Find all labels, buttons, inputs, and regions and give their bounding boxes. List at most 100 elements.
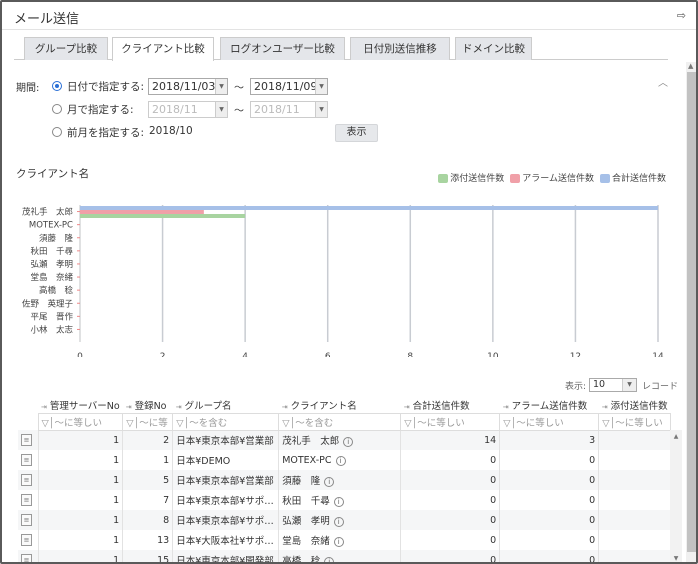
legend-item[interactable]: アラーム送信件数 <box>510 174 594 184</box>
pin-icon[interactable]: ⇥ <box>503 403 509 411</box>
date-to-select[interactable]: 2018/11/09 ▼ <box>250 78 328 95</box>
cell-0: 1 <box>38 490 124 510</box>
tab-0[interactable]: グループ比較 <box>24 37 108 60</box>
table-row[interactable]: ≡ 1 8 日本¥東京本部¥サポ… 弘瀬 孝明 i 0 0 <box>18 510 672 530</box>
row-detail-cell[interactable]: ≡ <box>18 490 39 510</box>
row-detail-icon[interactable]: ≡ <box>21 494 32 506</box>
bar-添付送信件数 <box>80 214 246 218</box>
legend-item[interactable]: 合計送信件数 <box>599 174 666 184</box>
tab-1[interactable]: クライアント比較 <box>112 37 214 61</box>
radio-prev-month[interactable] <box>52 127 62 137</box>
legend-swatch <box>438 174 449 183</box>
tab-4[interactable]: ドメイン比較 <box>455 37 532 60</box>
info-icon[interactable]: i <box>335 455 346 466</box>
row-detail-cell[interactable]: ≡ <box>18 470 39 490</box>
x-tick-label: 14 <box>652 352 664 357</box>
cell-3: 秋田 千尋 i <box>278 490 402 510</box>
row-detail-icon[interactable]: ≡ <box>21 534 32 546</box>
collapse-chevron-icon[interactable]: ︿ <box>658 74 668 89</box>
cell-5: 0 <box>499 510 600 530</box>
row-detail-icon[interactable]: ≡ <box>21 434 32 446</box>
row-detail-icon[interactable]: ≡ <box>21 474 32 486</box>
chevron-down-icon[interactable]: ▼ <box>215 79 227 94</box>
info-icon[interactable]: i <box>324 557 335 562</box>
filter-input-2[interactable]: ▽│～を含む <box>172 412 280 431</box>
row-detail-cell[interactable]: ≡ <box>18 530 39 550</box>
chevron-down-icon[interactable]: ▼ <box>622 379 636 391</box>
cell-value: 高橋 稔 <box>282 556 321 564</box>
show-button[interactable]: 表示 <box>335 124 378 142</box>
info-icon[interactable]: i <box>324 477 335 487</box>
table-row[interactable]: ≡ 1 1 日本¥DEMO MOTEX-PC i 0 0 <box>18 450 672 470</box>
chevron-down-icon: ▼ <box>315 102 327 117</box>
info-icon[interactable]: i <box>333 497 344 507</box>
info-icon[interactable]: i <box>333 537 344 547</box>
cell-value: 0 <box>490 474 497 486</box>
x-tick-label: 10 <box>487 352 499 357</box>
grid-scrollbar[interactable]: ▲ ▼ <box>670 430 682 562</box>
tab-3[interactable]: 日付別送信推移 <box>350 37 450 60</box>
tab-2[interactable]: ログオンユーザー比較 <box>220 37 345 60</box>
pin-icon[interactable]: ⇥ <box>282 403 288 411</box>
cell-1: 7 <box>122 490 174 510</box>
pin-icon[interactable]: ⇥ <box>41 403 47 411</box>
pin-icon[interactable]: ⇥ <box>404 403 410 411</box>
y-tick-label: 須藤 隆 <box>39 233 74 244</box>
month-from-select[interactable]: 2018/11 ▼ <box>148 101 228 118</box>
page-scrollbar[interactable]: ▲ <box>686 62 696 562</box>
cell-value: 弘瀬 孝明 <box>282 516 330 527</box>
row-detail-cell[interactable]: ≡ <box>18 430 39 450</box>
header-spacer <box>18 397 38 413</box>
date-from-select[interactable]: 2018/11/03 ▼ <box>148 78 228 95</box>
scroll-up-icon[interactable]: ▲ <box>688 62 693 70</box>
cell-4: 0 <box>400 470 501 490</box>
filter-input-1[interactable]: ▽│～に等 <box>122 412 174 431</box>
tilde: ～ <box>234 83 244 94</box>
column-header-1[interactable]: ⇥ 登録No <box>123 397 173 413</box>
column-header-5[interactable]: ⇥ アラーム送信件数 <box>500 397 599 413</box>
x-tick-label: 2 <box>160 352 166 357</box>
table-row[interactable]: ≡ 1 7 日本¥東京本部¥サポ… 秋田 千尋 i 0 0 <box>18 490 672 510</box>
column-header-2[interactable]: ⇥ グループ名 <box>173 397 279 413</box>
column-header-3[interactable]: ⇥ クライアント名 <box>279 397 401 413</box>
legend-swatch <box>510 174 521 183</box>
cell-2: 日本¥東京本部¥営業部 <box>172 470 280 490</box>
filter-input-4[interactable]: ▽│～に等しい <box>400 412 501 431</box>
info-icon[interactable]: i <box>343 437 354 448</box>
pin-icon[interactable]: ⇥ <box>602 403 608 411</box>
column-header-0[interactable]: ⇥ 管理サーバーNo <box>38 397 123 413</box>
logout-icon[interactable]: ⇨ <box>677 9 686 22</box>
filter-input-6[interactable]: ▽│～に等しい <box>598 412 672 431</box>
cell-value: 茂礼手 太郎 <box>282 436 340 448</box>
table-row[interactable]: ≡ 1 2 日本¥東京本部¥営業部 茂礼手 太郎 i 14 3 <box>18 430 672 450</box>
cell-5: 3 <box>499 430 600 450</box>
table-row[interactable]: ≡ 1 5 日本¥東京本部¥営業部 須藤 隆i 0 0 <box>18 470 672 490</box>
row-detail-icon[interactable]: ≡ <box>21 554 32 562</box>
radio-by-month[interactable] <box>52 104 62 114</box>
table-row[interactable]: ≡ 1 13 日本¥大阪本社¥サポ… 堂島 奈緒 i 0 0 <box>18 530 672 550</box>
cell-value: 0 <box>589 454 596 466</box>
month-to-select[interactable]: 2018/11 ▼ <box>250 101 328 118</box>
pin-icon[interactable]: ⇥ <box>126 403 132 411</box>
pin-icon[interactable]: ⇥ <box>176 403 182 411</box>
row-detail-cell[interactable]: ≡ <box>18 510 39 530</box>
column-header-6[interactable]: ⇥ 添付送信件数 <box>599 397 671 413</box>
row-detail-icon[interactable]: ≡ <box>21 514 32 526</box>
chevron-down-icon[interactable]: ▼ <box>315 79 327 94</box>
filter-input-3[interactable]: ▽│～を含む <box>278 412 402 431</box>
filter-input-0[interactable]: ▽│～に等しい <box>37 412 124 431</box>
cell-value: MOTEX-PC <box>282 454 332 466</box>
row-detail-icon[interactable]: ≡ <box>21 454 32 466</box>
row-detail-cell[interactable]: ≡ <box>18 450 39 470</box>
y-tick-label: 秋田 千尋 <box>30 246 73 257</box>
filter-input-5[interactable]: ▽│～に等しい <box>499 412 600 431</box>
page-size-select[interactable]: 10 ▼ <box>589 378 637 392</box>
info-icon[interactable]: i <box>333 517 344 527</box>
column-header-4[interactable]: ⇥ 合計送信件数 <box>401 397 500 413</box>
legend-item[interactable]: 添付送信件数 <box>438 174 504 184</box>
radio-by-date[interactable] <box>52 81 62 91</box>
x-tick-label: 8 <box>407 352 413 357</box>
table-row[interactable]: ≡ 1 15 日本¥東京本部¥開発部 高橋 稔i 0 0 <box>18 550 672 564</box>
row-detail-cell[interactable]: ≡ <box>18 550 39 562</box>
cell-3: 堂島 奈緒 i <box>278 530 402 550</box>
